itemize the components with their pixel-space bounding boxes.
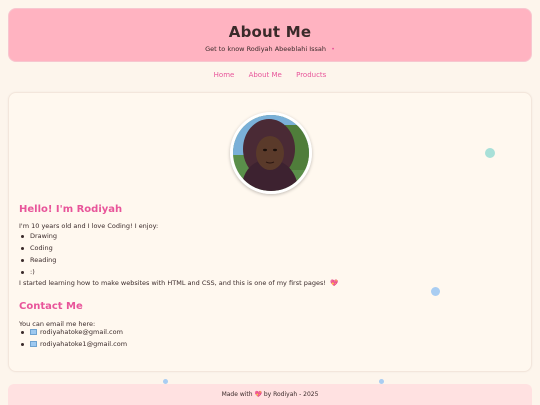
- bullet-icon: [21, 234, 24, 238]
- nav-link-products[interactable]: Products: [296, 71, 326, 79]
- nav-link-about-me[interactable]: About Me: [249, 71, 282, 79]
- list-item: Coding: [19, 242, 57, 254]
- decorative-bubble: [485, 148, 495, 158]
- hobby-list: Drawing Coding Reading :): [19, 230, 57, 278]
- page-header: About Me Get to know Rodiyah Abeeblahi I…: [8, 8, 532, 62]
- email-icon: [30, 329, 37, 335]
- hobby-label: Coding: [30, 244, 53, 252]
- heart-icon: 💖: [330, 279, 339, 287]
- email-link[interactable]: rodiyahatoke1@gmail.com: [40, 340, 127, 348]
- page-subtitle: Get to know Rodiyah Abeeblahi Issah •: [9, 45, 531, 53]
- bullet-icon: [21, 342, 24, 346]
- list-item: Drawing: [19, 230, 57, 242]
- intro-heading: Hello! I'm Rodiyah: [19, 204, 123, 215]
- profile-photo: [230, 112, 312, 194]
- profile-photo-image: [233, 115, 309, 191]
- list-item: rodiyahatoke1@gmail.com: [19, 338, 127, 350]
- intro-text: I'm 10 years old and I love Coding! I en…: [19, 222, 159, 230]
- nav-link-home[interactable]: Home: [214, 71, 235, 79]
- bullet-icon: [21, 270, 24, 274]
- about-card: Hello! I'm Rodiyah I'm 10 years old and …: [8, 92, 532, 372]
- contact-heading: Contact Me: [19, 301, 83, 312]
- main-nav: Home About Me Products: [0, 71, 540, 79]
- decorative-bubble: [431, 287, 440, 296]
- page-footer: Made with 💖 by Rodiyah - 2025: [8, 384, 532, 405]
- email-list: rodiyahatoke@gmail.com rodiyahatoke1@gma…: [19, 326, 127, 350]
- email-icon: [30, 341, 37, 347]
- bullet-icon: [21, 330, 24, 334]
- hobby-label: Reading: [30, 256, 57, 264]
- list-item: :): [19, 266, 57, 278]
- bullet-icon: [21, 246, 24, 250]
- intro-closing: I started learning how to make websites …: [19, 279, 338, 287]
- footer-text: Made with 💖 by Rodiyah - 2025: [221, 391, 319, 398]
- intro-closing-text: I started learning how to make websites …: [19, 279, 326, 287]
- email-link[interactable]: rodiyahatoke@gmail.com: [40, 328, 123, 336]
- list-item: rodiyahatoke@gmail.com: [19, 326, 127, 338]
- hobby-label: Drawing: [30, 232, 58, 240]
- hobby-label: :): [30, 268, 35, 276]
- subtitle-dot: •: [331, 45, 335, 53]
- page-title: About Me: [228, 23, 312, 41]
- subtitle-text: Get to know Rodiyah Abeeblahi Issah: [205, 45, 326, 53]
- list-item: Reading: [19, 254, 57, 266]
- bullet-icon: [21, 258, 24, 262]
